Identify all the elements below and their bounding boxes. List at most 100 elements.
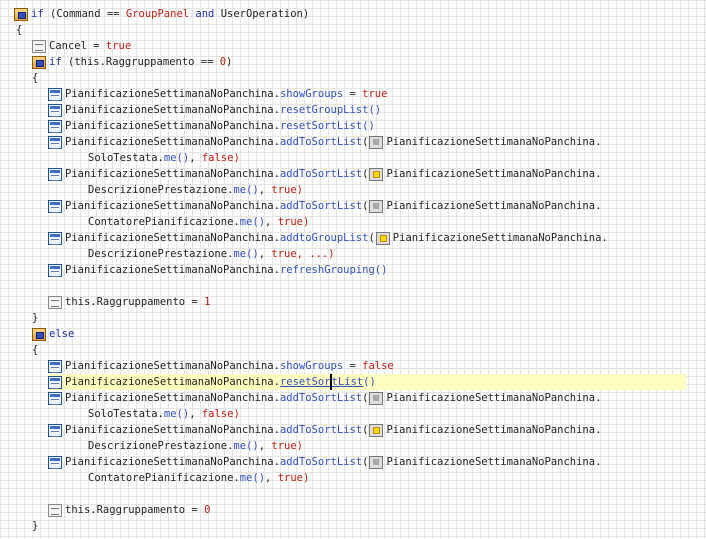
- code-line-reset-sort-list-selected[interactable]: PianificazioneSettimanaNoPanchina. resetS…: [48, 374, 686, 390]
- method-call-icon[interactable]: [48, 167, 62, 181]
- code-token: (: [362, 136, 369, 148]
- code-field: ContatorePianificazione: [88, 472, 234, 484]
- method-call-icon[interactable]: [48, 263, 62, 277]
- code-object: PianificazioneSettimanaNoPanchina.: [386, 424, 602, 436]
- code-token: (): [176, 152, 190, 164]
- code-member: resetSor: [279, 376, 331, 388]
- code-line-continuation: DescrizionePrestazione. me(), true, ...): [88, 246, 335, 262]
- parameter-value-icon[interactable]: [369, 167, 384, 181]
- code-token: (): [363, 376, 376, 388]
- code-literal: true: [271, 248, 297, 260]
- statement-icon[interactable]: [48, 503, 62, 517]
- code-token: ==: [100, 8, 126, 20]
- method-call-icon[interactable]: [48, 391, 62, 405]
- code-token: ,: [258, 248, 272, 260]
- code-line-if-raggruppamento[interactable]: if (this.Raggruppamento == 0): [32, 54, 232, 70]
- code-token: (): [176, 408, 190, 420]
- code-token: ): [226, 56, 233, 68]
- method-call-icon[interactable]: [48, 423, 62, 437]
- code-token: (: [362, 456, 369, 468]
- code-line-show-groups[interactable]: PianificazioneSettimanaNoPanchina. showGr…: [48, 358, 394, 374]
- code-member: addToSortList: [279, 136, 363, 148]
- method-call-icon[interactable]: [48, 359, 62, 373]
- code-literal: true: [277, 216, 303, 228]
- code-line-add-to-sort-list[interactable]: PianificazioneSettimanaNoPanchina. addToS…: [48, 166, 601, 182]
- code-token: UserOperation: [220, 8, 303, 20]
- code-object: PianificazioneSettimanaNoPanchina.: [386, 392, 602, 404]
- code-member: showGroups: [279, 88, 344, 100]
- code-line-brace: {: [32, 70, 38, 86]
- code-line-else[interactable]: else: [32, 326, 74, 342]
- parameter-value-icon[interactable]: [375, 231, 390, 245]
- method-call-icon[interactable]: [48, 103, 62, 117]
- code-line-assign-raggruppamento[interactable]: this.Raggruppamento = 0: [48, 502, 210, 518]
- else-block-icon[interactable]: [32, 327, 46, 341]
- code-token: (): [246, 248, 259, 260]
- code-line-add-to-sort-list[interactable]: PianificazioneSettimanaNoPanchina. addToS…: [48, 134, 601, 150]
- code-member: me: [239, 216, 253, 228]
- code-line-assign-raggruppamento[interactable]: this.Raggruppamento = 1: [48, 294, 210, 310]
- code-editor[interactable]: if (Command == GroupPanel and UserOperat…: [0, 0, 690, 539]
- code-line-continuation: DescrizionePrestazione. me(), true): [88, 438, 303, 454]
- code-object: PianificazioneSettimanaNoPanchina: [65, 392, 274, 404]
- parameter-field-icon[interactable]: [369, 391, 384, 405]
- method-call-icon[interactable]: [48, 199, 62, 213]
- code-object: PianificazioneSettimanaNoPanchina.: [392, 232, 608, 244]
- code-line-cancel[interactable]: Cancel = true: [32, 38, 131, 54]
- code-object: PianificazioneSettimanaNoPanchina: [65, 200, 274, 212]
- keyword-and: and: [189, 8, 221, 20]
- code-line-refresh-grouping[interactable]: PianificazioneSettimanaNoPanchina. refres…: [48, 262, 387, 278]
- statement-icon[interactable]: [32, 39, 46, 53]
- parameter-field-icon[interactable]: [369, 135, 384, 149]
- code-field: DescrizionePrestazione: [88, 440, 228, 452]
- code-member: me: [233, 248, 247, 260]
- parameter-value-icon[interactable]: [369, 423, 384, 437]
- keyword-else: else: [49, 328, 75, 340]
- code-literal: true: [271, 184, 297, 196]
- code-token: =: [343, 360, 363, 372]
- code-token: ,: [258, 184, 272, 196]
- method-call-icon[interactable]: [48, 455, 62, 469]
- code-line-reset-group-list[interactable]: PianificazioneSettimanaNoPanchina. resetG…: [48, 102, 381, 118]
- method-call-icon[interactable]: [48, 119, 62, 133]
- code-line-brace: }: [32, 518, 38, 534]
- code-token: (: [61, 56, 75, 68]
- statement-icon[interactable]: [48, 295, 62, 309]
- code-literal: 1: [204, 296, 211, 308]
- parameter-field-icon[interactable]: [369, 199, 384, 213]
- code-line-show-groups[interactable]: PianificazioneSettimanaNoPanchina. showGr…: [48, 86, 387, 102]
- code-member: me: [233, 184, 247, 196]
- code-literal: false: [201, 408, 234, 420]
- method-call-icon[interactable]: [48, 231, 62, 245]
- close-brace: }: [32, 312, 39, 324]
- code-line-add-to-sort-list[interactable]: PianificazioneSettimanaNoPanchina. addToS…: [48, 390, 601, 406]
- code-line-add-to-sort-list[interactable]: PianificazioneSettimanaNoPanchina. addToS…: [48, 198, 601, 214]
- code-token: ,: [189, 408, 202, 420]
- code-member: resetGroupList: [279, 104, 369, 116]
- code-token: this.Raggruppamento: [65, 296, 186, 308]
- code-line-add-to-sort-list[interactable]: PianificazioneSettimanaNoPanchina. addToS…: [48, 422, 601, 438]
- code-line-reset-sort-list[interactable]: PianificazioneSettimanaNoPanchina. resetS…: [48, 118, 375, 134]
- code-member: addToSortList: [279, 168, 363, 180]
- method-call-icon[interactable]: [48, 87, 62, 101]
- code-token: ,: [258, 440, 272, 452]
- code-token: ,: [189, 152, 202, 164]
- code-member: me: [163, 408, 177, 420]
- code-line-add-to-sort-list[interactable]: PianificazioneSettimanaNoPanchina. addToS…: [48, 454, 601, 470]
- code-token: (): [252, 472, 266, 484]
- code-object: PianificazioneSettimanaNoPanchina.: [386, 456, 602, 468]
- code-line-add-to-group-list[interactable]: PianificazioneSettimanaNoPanchina. addtoG…: [48, 230, 608, 246]
- code-token: (): [374, 264, 388, 276]
- parameter-field-icon[interactable]: [369, 455, 384, 469]
- code-line-if-command[interactable]: if (Command == GroupPanel and UserOperat…: [14, 6, 309, 22]
- vertical-scroll-area[interactable]: [690, 0, 706, 539]
- if-block-icon[interactable]: [32, 55, 46, 69]
- code-object: PianificazioneSettimanaNoPanchina: [65, 104, 274, 116]
- code-token: (): [368, 104, 382, 116]
- if-block-icon[interactable]: [14, 7, 28, 21]
- code-object: PianificazioneSettimanaNoPanchina.: [386, 136, 602, 148]
- code-token: ): [296, 440, 303, 452]
- method-call-icon[interactable]: [48, 135, 62, 149]
- code-token: Cancel: [49, 40, 87, 52]
- method-call-icon[interactable]: [48, 375, 62, 389]
